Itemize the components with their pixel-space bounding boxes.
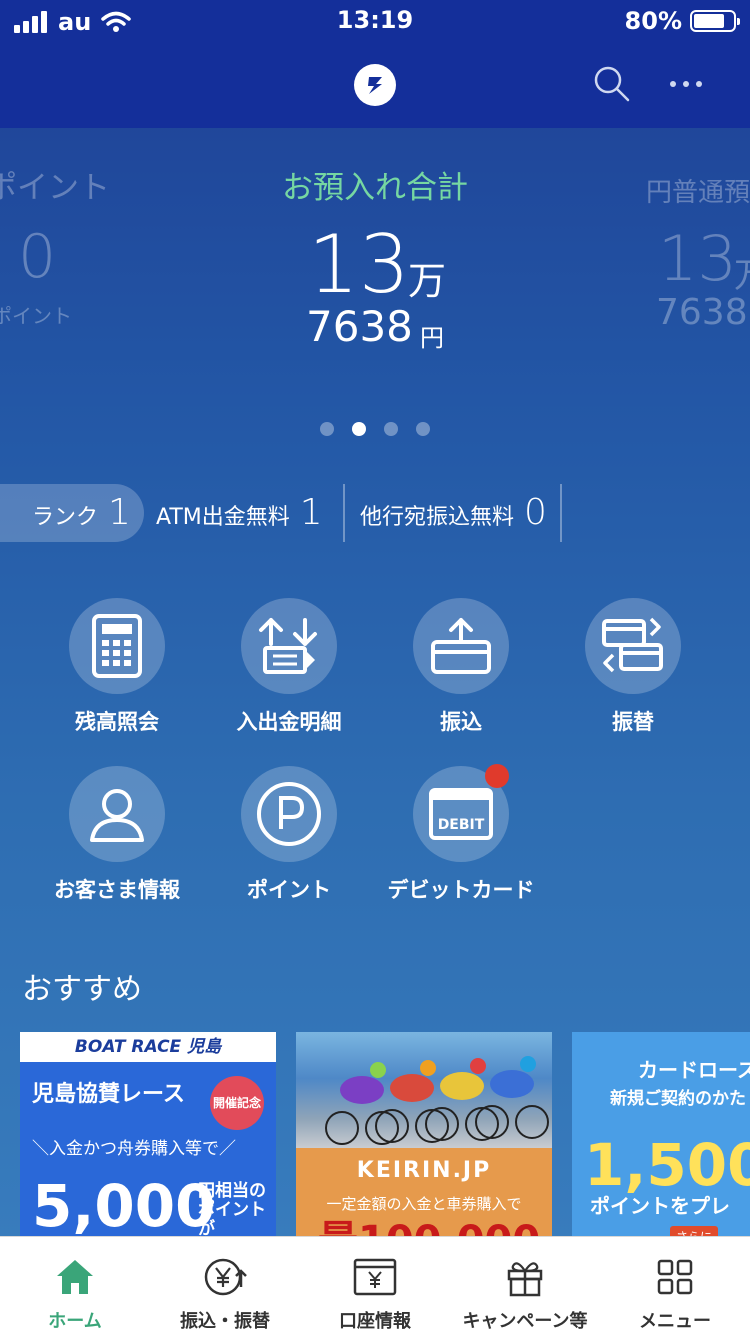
banner-amount: 5,000 bbox=[32, 1172, 216, 1240]
total-yen-unit: 円 bbox=[420, 324, 444, 352]
yen-transfer-icon bbox=[204, 1258, 247, 1296]
menu-label: 入出金明細 bbox=[236, 710, 342, 734]
carousel-pagination[interactable] bbox=[0, 422, 750, 436]
menu-circle bbox=[69, 598, 165, 694]
banner-card-loan[interactable]: カードロース 新規ご契約のかた 1,500円 ポイントをプレ さらに bbox=[572, 1032, 750, 1252]
points-unit: ポイント bbox=[0, 304, 72, 328]
swap-cards-icon bbox=[602, 617, 663, 673]
menu-label: ポイント bbox=[247, 878, 331, 902]
points-value: 0 bbox=[18, 222, 57, 292]
menu-label: お客さま情報 bbox=[54, 878, 180, 902]
tab-menu[interactable]: メニュー bbox=[600, 1237, 750, 1334]
menu-customer-info[interactable]: お客さま情報 bbox=[32, 766, 202, 904]
tab-transfer[interactable]: 振込・振替 bbox=[150, 1237, 300, 1334]
tab-home[interactable]: ホーム bbox=[0, 1237, 150, 1334]
bottom-tab-bar: ホーム 振込・振替 口座情報 キャンペーン等 メニュー bbox=[0, 1236, 750, 1334]
menu-points[interactable]: ポイント bbox=[204, 766, 374, 904]
banner-line1: カードロース bbox=[638, 1058, 750, 1082]
banner-brand: KEIRIN.JP bbox=[356, 1158, 492, 1183]
atm-free-label: ATM出金無料 bbox=[156, 505, 290, 530]
notification-badge bbox=[485, 764, 509, 788]
pagination-dot[interactable] bbox=[416, 422, 430, 436]
tab-label: ホーム bbox=[48, 1311, 102, 1332]
recommend-title: おすすめ bbox=[22, 972, 142, 1007]
rank-label: ランク bbox=[32, 505, 99, 530]
savings-man-value: 13 bbox=[658, 222, 737, 295]
menu-debit-card[interactable]: DEBIT デビットカード bbox=[376, 764, 546, 904]
menu-circle bbox=[413, 598, 509, 694]
more-options-icon[interactable] bbox=[662, 62, 710, 106]
pagination-dot[interactable] bbox=[352, 422, 366, 436]
battery-icon bbox=[690, 10, 740, 32]
banner-brand: BOAT RACE 児島 bbox=[20, 1032, 276, 1062]
grid-menu-icon bbox=[657, 1259, 693, 1295]
menu-label: デビットカード bbox=[387, 878, 535, 902]
menu-statement[interactable]: 入出金明細 bbox=[204, 598, 374, 736]
stat-divider bbox=[343, 484, 345, 542]
menu-label: 振込 bbox=[440, 710, 482, 734]
statement-icon bbox=[259, 618, 317, 674]
banner-line2: 新規ご契約のかた bbox=[610, 1089, 746, 1109]
debit-card-text: DEBIT bbox=[438, 817, 485, 833]
pagination-dot[interactable] bbox=[384, 422, 398, 436]
menu-balance-inquiry[interactable]: 残高照会 bbox=[32, 598, 202, 736]
total-man-unit: 万 bbox=[408, 259, 447, 303]
bank-logo-icon[interactable] bbox=[354, 64, 396, 106]
status-bar: au 13:19 80% bbox=[0, 0, 750, 40]
transfer-icon bbox=[431, 618, 491, 674]
banner-keirin[interactable]: KEIRIN.JP 一定金額の入金と車券購入で 最100,000円 bbox=[296, 1032, 552, 1252]
banner-line3: ポイントをプレ bbox=[590, 1194, 730, 1218]
menu-circle bbox=[69, 766, 165, 862]
banner-condition: ＼入金かつ舟券購入等で／ bbox=[32, 1139, 236, 1159]
transfer-free-label: 他行宛振込無料 bbox=[360, 505, 515, 530]
menu-circle bbox=[241, 766, 337, 862]
menu-label: 残高照会 bbox=[75, 710, 159, 734]
menu-transfer[interactable]: 振込 bbox=[376, 598, 546, 736]
menu-circle bbox=[241, 598, 337, 694]
app-header bbox=[0, 40, 750, 128]
banner-badge: 開催記念 bbox=[210, 1076, 264, 1130]
total-deposit-label: お預入れ合計 bbox=[282, 170, 468, 206]
rank-stat: ランク 1 bbox=[32, 492, 131, 533]
gift-icon bbox=[507, 1262, 543, 1297]
tab-label: 振込・振替 bbox=[180, 1311, 270, 1332]
account-book-icon bbox=[353, 1258, 397, 1296]
menu-label: 振替 bbox=[612, 710, 654, 734]
banner-amount-unit: 円相当のポイントが bbox=[198, 1181, 266, 1239]
stat-divider bbox=[560, 484, 562, 542]
home-icon bbox=[57, 1260, 93, 1294]
menu-circle bbox=[585, 598, 681, 694]
tab-label: 口座情報 bbox=[339, 1311, 411, 1332]
person-icon bbox=[90, 789, 144, 842]
search-icon[interactable] bbox=[590, 62, 634, 106]
tab-account[interactable]: 口座情報 bbox=[300, 1237, 450, 1334]
menu-circle: DEBIT bbox=[413, 764, 509, 862]
battery-fill bbox=[694, 14, 725, 28]
debit-card-icon: DEBIT bbox=[429, 788, 493, 840]
tab-campaign[interactable]: キャンペーン等 bbox=[450, 1237, 600, 1334]
tab-label: キャンペーン等 bbox=[462, 1311, 588, 1332]
transfer-free-value: 0 bbox=[524, 492, 547, 533]
rank-value: 1 bbox=[108, 492, 131, 533]
carousel-right-label: 円普通預 bbox=[646, 178, 750, 208]
total-yen-value: 7638 bbox=[306, 302, 413, 351]
tab-label: メニュー bbox=[639, 1311, 711, 1332]
pagination-dot[interactable] bbox=[320, 422, 334, 436]
atm-free-value: 1 bbox=[299, 492, 323, 533]
savings-yen-value: 7638 bbox=[656, 292, 748, 333]
atm-free-stat[interactable]: ATM出金無料 1 bbox=[156, 492, 323, 533]
total-man-value: 13 bbox=[308, 218, 410, 311]
battery-percent: 80% bbox=[624, 7, 682, 35]
transfer-free-stat[interactable]: 他行宛振込無料 0 bbox=[360, 492, 547, 533]
menu-account-transfer[interactable]: 振替 bbox=[548, 598, 718, 736]
savings-man-unit: 万 bbox=[734, 248, 750, 297]
calculator-icon bbox=[92, 614, 142, 678]
point-icon bbox=[257, 782, 321, 846]
banner-boatrace[interactable]: BOAT RACE 児島 児島協賛レース 開催記念 ＼入金かつ舟券購入等で／ 5… bbox=[20, 1032, 276, 1252]
cyclists-image bbox=[296, 1032, 552, 1148]
